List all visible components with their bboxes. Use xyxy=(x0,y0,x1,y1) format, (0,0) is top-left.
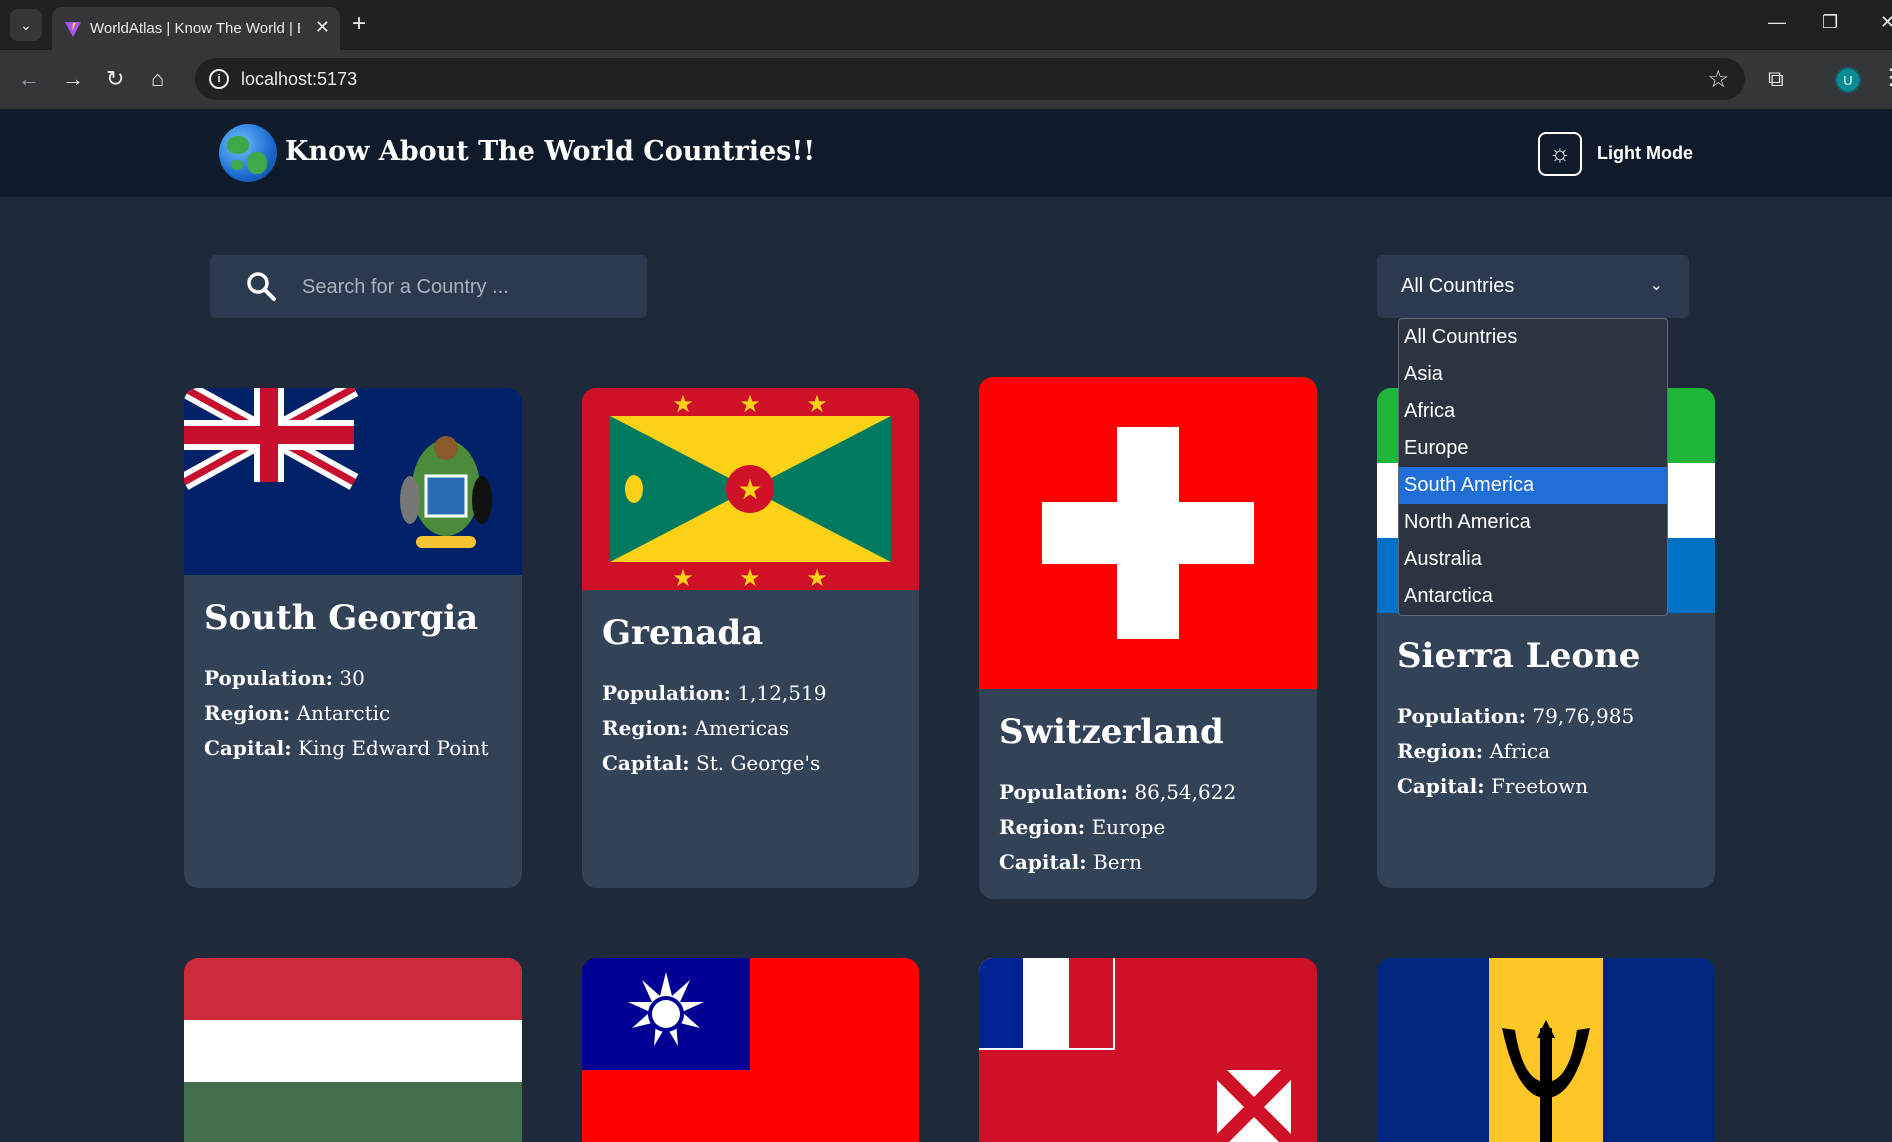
globe-logo-icon[interactable] xyxy=(219,124,277,182)
svg-text:★: ★ xyxy=(672,565,694,590)
sun-icon: ☼ xyxy=(1549,140,1571,167)
svg-text:★: ★ xyxy=(672,391,694,418)
capital-line: Capital: St. George's xyxy=(602,751,821,775)
population-line: Population: 86,54,622 xyxy=(999,780,1237,804)
new-tab-icon[interactable]: + xyxy=(352,10,366,38)
region-select-value: All Countries xyxy=(1401,275,1515,297)
option-asia[interactable]: Asia xyxy=(1399,356,1667,393)
grenada-flag: ★ ★ ★ ★ ★ ★ ★ xyxy=(582,388,919,590)
country-card[interactable] xyxy=(979,958,1317,1142)
taiwan-flag xyxy=(582,958,919,1142)
country-card[interactable]: ★ ★ ★ ★ ★ ★ ★ Grenada Population: 1,12,5… xyxy=(582,388,919,888)
home-icon[interactable]: ⌂ xyxy=(151,66,164,92)
browser-menu-icon[interactable]: ⋮ xyxy=(1880,64,1892,90)
option-north-america[interactable]: North America xyxy=(1399,504,1667,541)
tab-search-button[interactable]: ⌄ xyxy=(10,9,42,41)
search-input[interactable] xyxy=(302,269,622,305)
restore-icon[interactable]: ❐ xyxy=(1822,12,1838,33)
wallis-futuna-flag xyxy=(979,958,1317,1142)
country-name: Grenada xyxy=(602,613,764,653)
minimize-icon[interactable]: — xyxy=(1768,12,1786,33)
country-name: Switzerland xyxy=(999,712,1224,752)
region-line: Region: Antarctic xyxy=(204,701,391,725)
reload-icon[interactable]: ↻ xyxy=(106,66,124,92)
vite-favicon-icon xyxy=(65,22,81,37)
forward-icon[interactable]: → xyxy=(62,66,84,92)
option-antarctica[interactable]: Antarctica xyxy=(1399,578,1667,615)
south-georgia-flag xyxy=(184,388,522,575)
theme-toggle-button[interactable]: ☼ xyxy=(1538,132,1582,176)
site-info-icon[interactable]: i xyxy=(209,69,229,89)
population-line: Population: 1,12,519 xyxy=(602,681,827,705)
option-europe[interactable]: Europe xyxy=(1399,430,1667,467)
site-title[interactable]: Know About The World Countries!! xyxy=(285,136,815,167)
search-icon xyxy=(247,272,276,301)
option-south-america[interactable]: South America xyxy=(1399,467,1667,504)
back-icon[interactable]: ← xyxy=(18,66,40,92)
region-dropdown: All Countries Asia Africa Europe South A… xyxy=(1398,318,1668,616)
country-card[interactable] xyxy=(184,958,522,1142)
hungary-flag xyxy=(184,958,522,1142)
population-line: Population: 30 xyxy=(204,666,365,690)
country-name: Sierra Leone xyxy=(1397,636,1641,676)
svg-text:★: ★ xyxy=(739,565,761,590)
chevron-down-icon: ⌄ xyxy=(1649,277,1663,294)
search-container xyxy=(210,255,647,318)
country-name: South Georgia xyxy=(204,598,479,638)
close-window-icon[interactable]: ✕ xyxy=(1880,12,1892,33)
capital-line: Capital: King Edward Point xyxy=(204,736,489,760)
theme-mode-label[interactable]: Light Mode xyxy=(1597,143,1693,164)
country-card[interactable] xyxy=(582,958,919,1142)
region-select[interactable]: All Countries ⌄ xyxy=(1377,255,1689,318)
region-line: Region: Africa xyxy=(1397,739,1551,763)
barbados-flag xyxy=(1377,958,1715,1142)
capital-line: Capital: Freetown xyxy=(1397,774,1589,798)
option-australia[interactable]: Australia xyxy=(1399,541,1667,578)
option-all-countries[interactable]: All Countries xyxy=(1399,319,1667,356)
svg-text:★: ★ xyxy=(806,391,828,418)
svg-text:★: ★ xyxy=(806,565,828,590)
close-tab-icon[interactable]: ✕ xyxy=(315,17,330,38)
region-line: Region: Europe xyxy=(999,815,1166,839)
profile-avatar[interactable]: U xyxy=(1835,67,1861,93)
country-card[interactable] xyxy=(1377,958,1715,1142)
extensions-icon[interactable]: ⧉ xyxy=(1768,66,1784,92)
country-card[interactable]: South Georgia Population: 30 Region: Ant… xyxy=(184,388,522,888)
country-card[interactable]: Switzerland Population: 86,54,622 Region… xyxy=(979,377,1317,899)
svg-text:★: ★ xyxy=(739,391,761,418)
address-bar[interactable]: i localhost:5173 ☆ xyxy=(195,58,1745,100)
capital-line: Capital: Bern xyxy=(999,850,1142,874)
url-text: localhost:5173 xyxy=(241,69,358,89)
svg-text:★: ★ xyxy=(737,474,762,505)
region-line: Region: Americas xyxy=(602,716,790,740)
option-africa[interactable]: Africa xyxy=(1399,393,1667,430)
tab-title: WorldAtlas | Know The World | Ex xyxy=(90,20,300,37)
population-line: Population: 79,76,985 xyxy=(1397,704,1635,728)
bookmark-star-icon[interactable]: ☆ xyxy=(1707,65,1729,94)
browser-tab[interactable]: WorldAtlas | Know The World | Ex ✕ xyxy=(52,7,340,50)
switzerland-flag xyxy=(979,377,1317,689)
